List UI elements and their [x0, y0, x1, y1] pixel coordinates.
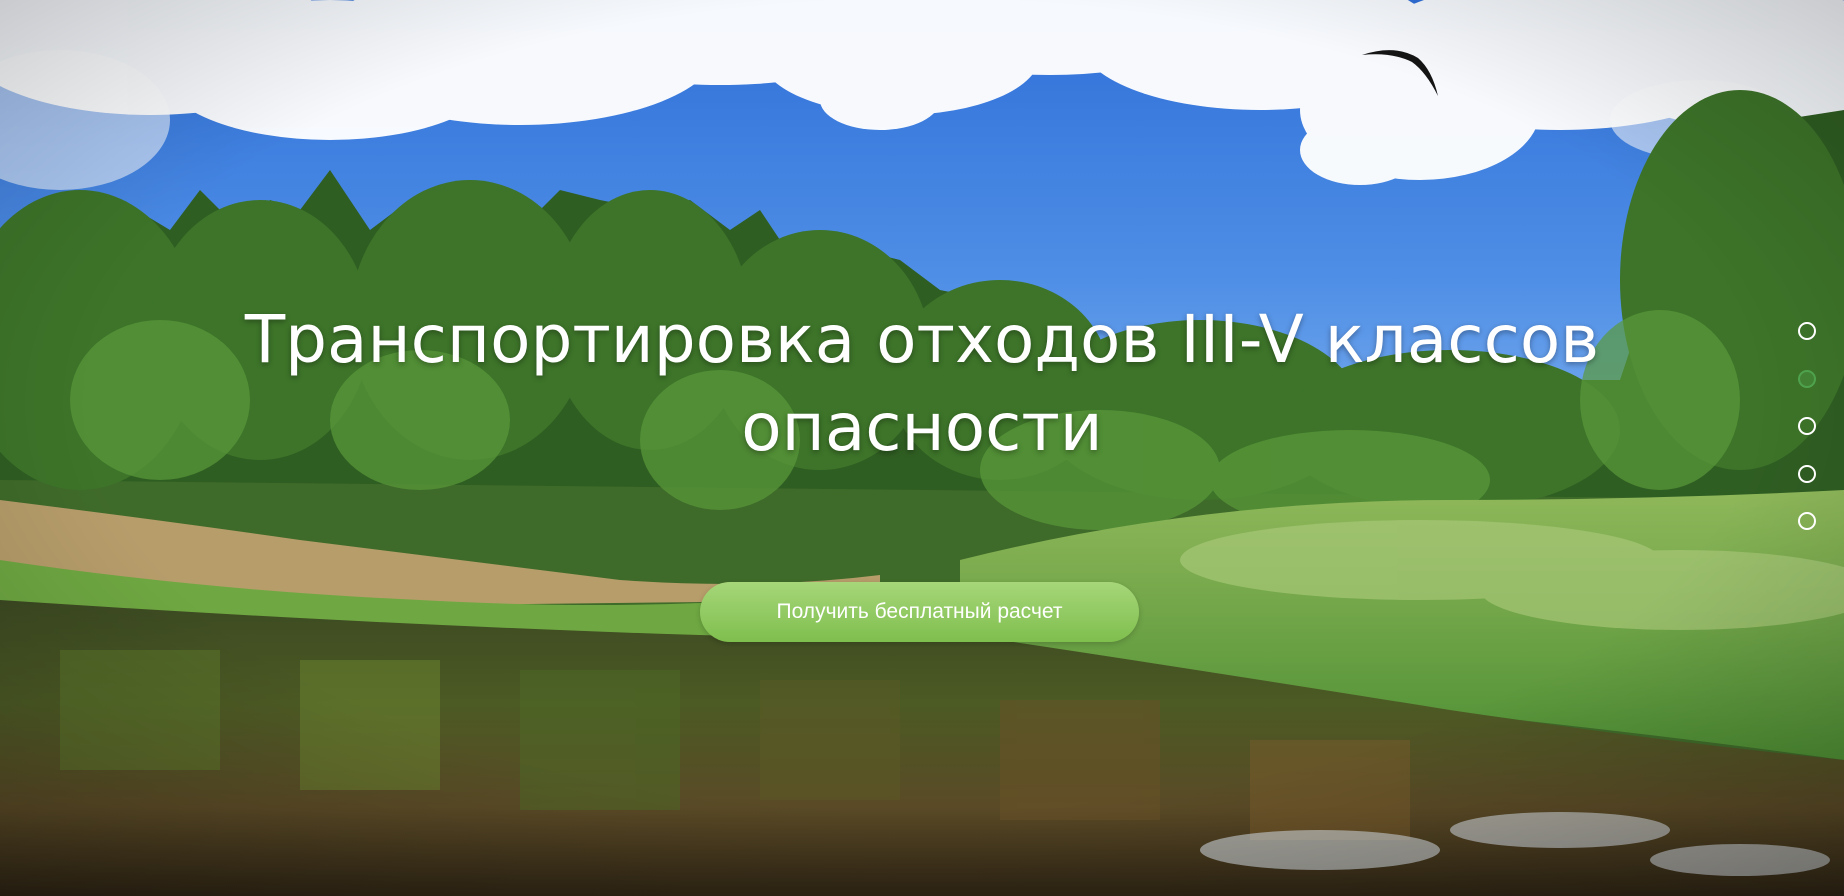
- slider-dot-5[interactable]: [1798, 512, 1816, 530]
- slider-dot-2-active[interactable]: [1798, 370, 1816, 388]
- slider-dot-4[interactable]: [1798, 465, 1816, 483]
- slider-dot-1[interactable]: [1798, 322, 1816, 340]
- slider-dot-3[interactable]: [1798, 417, 1816, 435]
- hero-banner: Транспортировка отходов III-V классов оп…: [0, 0, 1844, 896]
- get-free-quote-button[interactable]: Получить бесплатный расчет: [700, 582, 1139, 642]
- slider-pagination: [1798, 322, 1822, 542]
- hero-content: Транспортировка отходов III-V классов оп…: [0, 0, 1844, 896]
- hero-title: Транспортировка отходов III-V классов оп…: [244, 301, 1600, 466]
